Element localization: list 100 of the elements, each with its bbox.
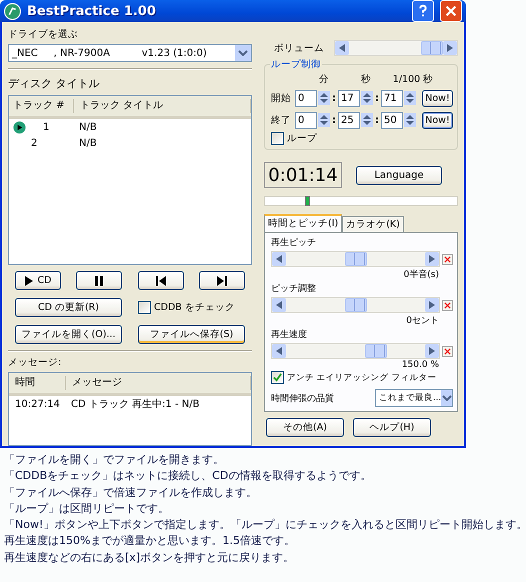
next-track-button[interactable] <box>198 271 245 290</box>
slider-thumb[interactable] <box>365 344 388 358</box>
track-title: N/B <box>78 122 98 132</box>
update-cd-button[interactable]: CD の更新(R) <box>15 298 122 317</box>
note-text: 「ループ」は区間リピートです。 <box>4 500 170 517</box>
slider-thumb[interactable] <box>344 298 366 312</box>
note-text: 再生速度などの右にある[x]ボタンを押すと元に戻ります。 <box>4 550 296 566</box>
message-time: 10:27:14 <box>14 398 61 410</box>
slider-thumb[interactable] <box>344 252 366 266</box>
spin-field[interactable]: 50 <box>381 112 403 128</box>
spin-field[interactable]: 0 <box>295 90 317 106</box>
disc-icon <box>4 2 21 20</box>
help-button[interactable] <box>412 0 434 22</box>
play-cd-button[interactable]: CD <box>15 271 61 290</box>
unit-label: 秒 <box>360 73 372 86</box>
tab[interactable]: カラオケ(K) <box>342 216 404 232</box>
cddb-checkbox[interactable]: CDDB をチェック <box>138 301 245 314</box>
drive-dropdown[interactable]: _NEC , NR-7900A v1.23 (1:0:0) <box>8 44 252 62</box>
spin-field[interactable]: 17 <box>338 90 360 106</box>
close-icon <box>444 256 451 262</box>
right-arrow-button[interactable] <box>443 41 457 55</box>
left-arrow-icon <box>276 347 282 355</box>
colon-separator: : <box>375 114 379 126</box>
left-arrow-button[interactable] <box>272 344 286 358</box>
dropdown-button[interactable] <box>235 45 251 61</box>
play-icon <box>13 120 26 134</box>
slider[interactable] <box>271 251 440 267</box>
slider-reading: 0セント <box>406 315 439 327</box>
volume-slider-thumb[interactable] <box>420 41 443 55</box>
track-title: N/B <box>78 138 98 148</box>
up-arrow-icon <box>320 115 328 119</box>
left-arrow-button[interactable] <box>272 252 286 266</box>
volume-slider[interactable] <box>334 40 458 56</box>
reset-button[interactable] <box>442 300 453 310</box>
spin-buttons[interactable] <box>361 91 373 105</box>
spin-field[interactable]: 25 <box>338 112 360 128</box>
colon-separator: : <box>375 92 379 104</box>
row-label: 開始 <box>271 92 292 104</box>
down-arrow-icon <box>406 121 414 125</box>
drive-label: ドライブを選ぶ <box>8 28 79 41</box>
down-arrow-icon <box>320 99 328 103</box>
pause-icon <box>94 276 104 286</box>
left-arrow-button[interactable] <box>272 298 286 312</box>
position-slider-thumb[interactable] <box>304 196 310 206</box>
dialog-button[interactable]: ヘルプ(H) <box>353 418 431 437</box>
pause-button[interactable] <box>76 271 122 290</box>
open-file-button[interactable]: ファイルを開く(O)... <box>15 325 122 344</box>
right-arrow-button[interactable] <box>425 252 439 266</box>
now-button[interactable]: Now! <box>422 90 453 106</box>
slider[interactable] <box>271 343 440 359</box>
slider[interactable] <box>271 297 440 313</box>
close-button[interactable] <box>440 0 462 22</box>
left-arrow-icon <box>276 255 282 263</box>
disc-title-label: ディスク タイトル <box>8 76 100 91</box>
note-text: 「Now!」ボタンや上下ボタンで指定します。「ループ」にチェックを入れると区間リピート開始します。 <box>4 517 526 534</box>
right-arrow-icon <box>429 347 435 355</box>
right-arrow-button[interactable] <box>425 298 439 312</box>
save-file-button[interactable]: ファイルへ保存(S) <box>138 325 245 344</box>
column-header[interactable]: トラック タイトル <box>74 99 251 113</box>
tab[interactable]: 時間とピッチ(I) <box>264 214 342 232</box>
spin-buttons[interactable] <box>318 113 330 127</box>
window-title: BestPractice 1.00 <box>27 4 157 18</box>
message-text: CD トラック 再生中:1 - N/B <box>70 398 200 411</box>
now-button[interactable]: Now! <box>422 112 453 128</box>
track-number: 1 <box>42 122 50 132</box>
previous-track-button[interactable] <box>138 271 184 290</box>
colon-separator: : <box>332 114 336 126</box>
down-arrow-icon <box>320 121 328 125</box>
language-button[interactable]: Language <box>356 166 442 184</box>
reset-button[interactable] <box>442 346 453 356</box>
colon-separator: : <box>332 92 336 104</box>
spin-buttons[interactable] <box>404 113 416 127</box>
column-header[interactable]: メッセージ <box>66 376 251 390</box>
quality-label: 時間伸張の品質 <box>271 392 334 404</box>
slider-label: 再生ピッチ <box>271 236 317 249</box>
slider-label: ピッチ調整 <box>271 282 317 295</box>
check-icon <box>273 373 282 382</box>
left-arrow-icon <box>276 301 282 309</box>
up-arrow-icon <box>363 93 371 97</box>
spin-field[interactable]: 71 <box>381 90 403 106</box>
down-arrow-icon <box>363 121 371 125</box>
dropdown-button[interactable] <box>441 390 452 406</box>
spin-buttons[interactable] <box>404 91 416 105</box>
spin-buttons[interactable] <box>361 113 373 127</box>
column-header[interactable]: 時間 <box>9 376 66 390</box>
close-icon <box>444 4 458 18</box>
up-arrow-icon <box>406 115 414 119</box>
left-arrow-button[interactable] <box>335 41 349 55</box>
column-header[interactable]: トラック # <box>9 99 74 113</box>
spin-field[interactable]: 0 <box>295 112 317 128</box>
antialias-checkbox[interactable]: アンチ エイリアッシング フィルター <box>271 371 453 384</box>
spin-buttons[interactable] <box>318 91 330 105</box>
close-icon <box>444 302 451 308</box>
right-arrow-button[interactable] <box>425 344 439 358</box>
quality-dropdown[interactable]: これまで最良... <box>375 389 453 407</box>
dialog-button[interactable]: その他(A) <box>266 418 344 437</box>
down-arrow-icon <box>406 99 414 103</box>
right-arrow-icon <box>429 255 435 263</box>
reset-button[interactable] <box>442 254 453 264</box>
loop-checkbox[interactable]: ループ <box>271 132 453 145</box>
